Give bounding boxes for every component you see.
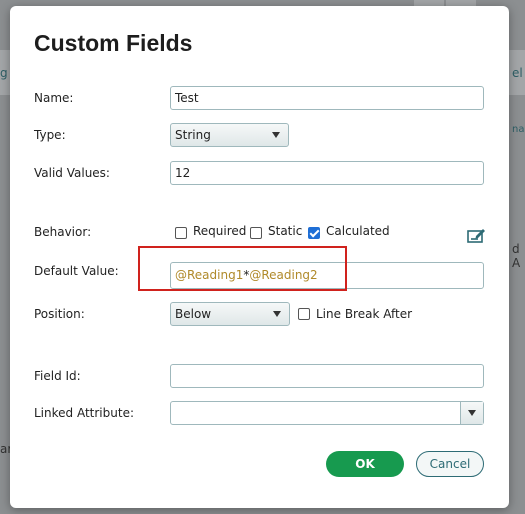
highlight-box (138, 246, 347, 291)
calculated-label: Calculated (326, 224, 390, 238)
name-input[interactable]: Test (170, 86, 484, 110)
field-id-input[interactable] (170, 364, 484, 388)
static-label: Static (268, 224, 303, 238)
required-checkbox[interactable] (175, 227, 187, 239)
name-label: Name: (34, 91, 74, 105)
line-break-label: Line Break After (316, 307, 413, 321)
linked-attribute-combo[interactable] (170, 401, 484, 425)
type-select[interactable]: String (170, 123, 289, 147)
calculated-checkbox[interactable] (308, 227, 320, 239)
linked-attribute-label: Linked Attribute: (34, 406, 134, 420)
chevron-down-icon (273, 311, 281, 317)
linked-attribute-dropdown-button[interactable] (460, 402, 483, 424)
valid-values-input[interactable]: 12 (170, 161, 484, 185)
valid-values-label: Valid Values: (34, 166, 110, 180)
dialog-title: Custom Fields (34, 30, 193, 56)
line-break-checkbox[interactable] (298, 308, 310, 320)
edit-formula-icon[interactable] (467, 226, 487, 244)
background-text-fragment: A (512, 256, 521, 270)
required-label: Required (193, 224, 247, 238)
custom-fields-dialog: Custom Fields Name: Test Type: String Va… (10, 6, 509, 508)
ok-button[interactable]: OK (326, 451, 404, 477)
background-text-fragment: g (0, 66, 8, 80)
chevron-down-icon (272, 132, 280, 138)
chevron-down-icon (468, 410, 476, 416)
cancel-button[interactable]: Cancel (416, 451, 484, 477)
background-text-fragment: el (512, 66, 523, 80)
background-text-fragment: na (512, 124, 525, 135)
type-select-value: String (175, 128, 211, 142)
behavior-label: Behavior: (34, 225, 92, 239)
static-checkbox[interactable] (250, 227, 262, 239)
type-label: Type: (34, 128, 66, 142)
field-id-label: Field Id: (34, 369, 81, 383)
background-text-fragment: d (512, 242, 520, 256)
default-value-label: Default Value: (34, 264, 119, 278)
position-select[interactable]: Below (170, 302, 290, 326)
position-select-value: Below (175, 307, 212, 321)
position-label: Position: (34, 307, 85, 321)
